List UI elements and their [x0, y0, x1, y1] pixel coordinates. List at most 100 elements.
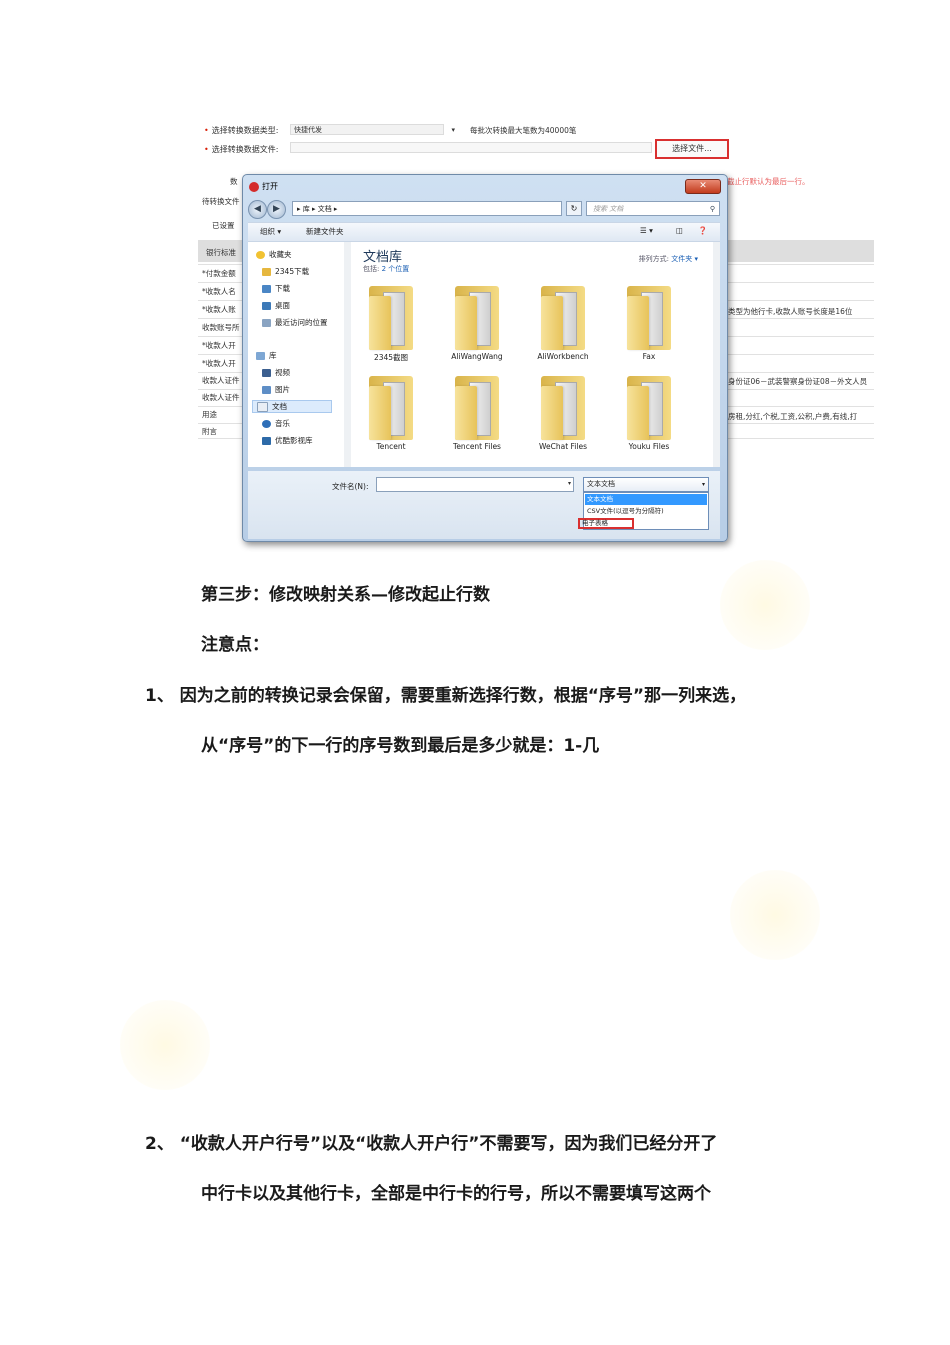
nav-favorites[interactable]: 收藏夹 — [256, 249, 292, 260]
folder-item[interactable]: WeChat Files — [523, 372, 603, 460]
item-1-line-2: 从“序号”的下一行的序号数到最后是多少就是：1-几 — [201, 736, 600, 756]
chevron-down-icon: ▾ — [701, 481, 705, 488]
address-bar[interactable]: ▸ 库 ▸ 文档 ▸ — [292, 201, 562, 216]
mapping-row-label: *收款人开 — [202, 359, 236, 368]
nav-item-desktop[interactable]: 桌面 — [262, 300, 290, 311]
nav-item-2345-download[interactable]: 2345下载 — [262, 266, 309, 277]
dialog-toolbar: 组织 ▾ 新建文件夹 ☰ ▾ ◫ ❓ — [248, 222, 720, 242]
mapping-row-label: 收款人证件 — [202, 376, 240, 385]
folder-name: Youku Files — [628, 442, 670, 451]
folder-name: AliWangWang — [451, 352, 503, 361]
nav-label: 2345下载 — [275, 267, 310, 276]
folder-item[interactable]: AliWangWang — [437, 282, 517, 370]
nav-label: 下载 — [275, 284, 290, 293]
form-label: 银行标准 — [206, 248, 236, 257]
folder-item[interactable]: Tencent — [351, 372, 431, 460]
folder-name: Tencent Files — [453, 442, 501, 451]
music-icon — [262, 420, 271, 428]
mapping-row-label: *收款人开 — [202, 341, 236, 350]
back-arrow-icon[interactable]: ◀ — [248, 200, 267, 219]
file-type-option-spreadsheet[interactable]: 电子表格 — [578, 518, 634, 529]
close-button[interactable]: ✕ — [685, 179, 721, 194]
refresh-icon[interactable]: ↻ — [566, 201, 582, 216]
search-placeholder: 搜索 文档 — [593, 205, 624, 213]
video-library-icon — [262, 437, 271, 445]
mapping-row-label: *收款人名 — [202, 287, 236, 296]
forward-arrow-icon[interactable]: ▶ — [267, 200, 286, 219]
file-path-field[interactable] — [290, 142, 652, 153]
library-sub-prefix: 包括: — [363, 265, 380, 273]
folder-icon — [455, 376, 499, 440]
library-locations-link[interactable]: 2 个位置 — [382, 265, 410, 273]
search-input[interactable]: 搜索 文档 ⚲ — [586, 201, 720, 216]
file-type-select[interactable]: 文本文档 ▾ — [583, 477, 709, 492]
embedded-screenshot: • 选择转换数据类型: 快捷代发 ▾ 每批次转换最大笔数为40000笔 • 选择转换… — [198, 122, 874, 552]
form-label: 数 — [230, 177, 238, 186]
folder-icon — [541, 376, 585, 440]
type-select-value: 快捷代发 — [294, 126, 322, 134]
nav-libraries[interactable]: 库 — [256, 350, 277, 361]
filename-input[interactable]: ▾ — [376, 477, 574, 492]
library-subtitle: 包括: 2 个位置 — [363, 264, 409, 274]
item-1-line-1: 1、 因为之前的转换记录会保留，需要重新选择行数，根据“序号”那一列来选， — [145, 686, 747, 706]
nav-item-recent[interactable]: 最近访问的位置 — [262, 317, 328, 328]
dialog-title-text: 打开 — [262, 182, 278, 191]
folder-item[interactable]: AliWorkbench — [523, 282, 603, 370]
type-select[interactable]: 快捷代发 ▾ — [290, 124, 455, 135]
library-icon — [256, 352, 265, 360]
form-label: 已设置 — [212, 221, 235, 230]
picture-icon — [262, 386, 271, 394]
preview-pane-icon[interactable]: ◫ — [676, 226, 683, 235]
new-folder-button[interactable]: 新建文件夹 — [306, 226, 344, 237]
folder-item[interactable]: Youku Files — [609, 372, 689, 460]
nav-item-downloads[interactable]: 下载 — [262, 283, 290, 294]
view-options-icon[interactable]: ☰ ▾ — [640, 226, 653, 235]
nav-item-videos[interactable]: 视频 — [262, 367, 290, 378]
nav-scrollbar[interactable] — [344, 242, 351, 467]
nav-label: 最近访问的位置 — [275, 318, 328, 327]
help-icon[interactable]: ❓ — [698, 226, 707, 235]
nav-label: 视频 — [275, 368, 290, 377]
folder-icon — [455, 286, 499, 350]
arrange-label: 排列方式: — [638, 255, 670, 263]
file-row: • 选择转换数据文件: — [204, 145, 279, 154]
nav-item-music[interactable]: 音乐 — [262, 418, 290, 429]
filename-label: 文件名(N): — [332, 482, 369, 491]
nav-label: 库 — [269, 351, 277, 360]
folder-name: Tencent — [376, 442, 406, 451]
folder-item[interactable]: 2345截图 — [351, 282, 431, 370]
organize-menu[interactable]: 组织 ▾ — [260, 226, 281, 237]
mapping-row-note: 类型为他行卡,收款人账号长度是16位 — [728, 307, 853, 316]
folder-icon — [369, 376, 413, 440]
document-icon — [257, 402, 268, 412]
nav-label: 优酷影视库 — [275, 436, 313, 445]
folder-icon — [541, 286, 585, 350]
download-icon — [262, 285, 271, 293]
step-heading: 第三步：修改映射关系—修改起止行数 — [201, 585, 490, 605]
folder-item[interactable]: Fax — [609, 282, 689, 370]
nav-label: 桌面 — [275, 301, 290, 310]
file-type-option[interactable]: CSV文件(以逗号为分隔符) — [585, 506, 707, 517]
nav-label: 图片 — [275, 385, 290, 394]
mapping-row-label: 附言 — [202, 427, 217, 436]
folder-item[interactable]: Tencent Files — [437, 372, 517, 460]
note-heading: 注意点： — [201, 635, 269, 655]
watermark-blob — [730, 870, 820, 960]
item-2-line-2: 中行卡以及其他行卡，全部是中行卡的行号，所以不需要填写这两个 — [201, 1184, 711, 1204]
arrange-by: 排列方式: 文件夹 ▾ — [639, 254, 698, 264]
choose-file-button[interactable]: 选择文件... — [655, 139, 729, 159]
nav-item-pictures[interactable]: 图片 — [262, 384, 290, 395]
folder-icon — [369, 286, 413, 350]
folder-name: WeChat Files — [539, 442, 587, 451]
star-icon — [256, 251, 265, 259]
address-bar-row: ◀ ▶ ▸ 库 ▸ 文档 ▸ ↻ 搜索 文档 ⚲ — [248, 199, 720, 219]
app-icon — [249, 181, 259, 192]
content-scrollbar[interactable] — [713, 242, 720, 467]
watermark-blob — [120, 1000, 210, 1090]
nav-item-documents[interactable]: 文档 — [252, 400, 332, 413]
file-type-option[interactable]: 文本文档 — [585, 494, 707, 505]
nav-item-youku[interactable]: 优酷影视库 — [262, 435, 313, 446]
arrange-select[interactable]: 文件夹 ▾ — [671, 255, 698, 263]
mapping-row-label: 收款人证件 — [202, 393, 240, 402]
item-2-line-1: 2、 “收款人开户行号”以及“收款人开户行”不需要写，因为我们已经分开了 — [145, 1134, 718, 1154]
